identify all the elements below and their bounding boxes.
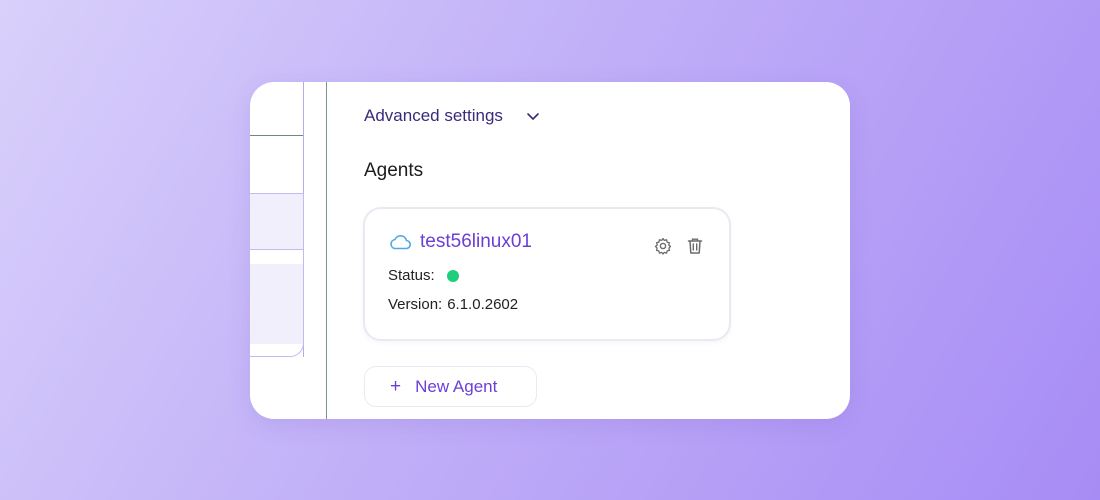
agents-heading: Agents (364, 160, 424, 181)
left-partial-panel (250, 82, 328, 419)
cloud-icon (388, 233, 412, 251)
left-panel-divider (250, 135, 304, 136)
left-panel-row[interactable] (250, 264, 303, 344)
agent-actions (653, 236, 705, 256)
version-value: 6.1.0.2602 (447, 296, 519, 313)
plus-icon: + (390, 376, 402, 397)
version-label: Version: (388, 296, 443, 313)
status-online-indicator (446, 269, 459, 282)
left-panel-row[interactable] (250, 194, 303, 250)
advanced-settings-toggle[interactable]: Advanced settings (364, 106, 541, 126)
new-agent-label: New Agent (415, 376, 498, 396)
agent-version: Version: 6.1.0.2602 (388, 296, 518, 313)
agent-settings-panel: Advanced settings Agents test56linux01 S… (250, 82, 850, 419)
advanced-settings-label: Advanced settings (364, 106, 503, 125)
vertical-divider (326, 82, 327, 419)
agent-name-link[interactable]: test56linux01 (420, 231, 532, 253)
agent-card: test56linux01 Status: Version: 6.1.0.260… (363, 207, 731, 341)
new-agent-button[interactable]: + New Agent (364, 366, 537, 407)
trash-icon[interactable] (685, 236, 705, 256)
gear-icon[interactable] (653, 236, 673, 256)
status-label: Status: (388, 267, 435, 284)
agent-name-row: test56linux01 (388, 231, 532, 253)
agent-status: Status: (388, 267, 459, 284)
chevron-down-icon (525, 108, 541, 124)
left-panel-list (250, 193, 304, 357)
